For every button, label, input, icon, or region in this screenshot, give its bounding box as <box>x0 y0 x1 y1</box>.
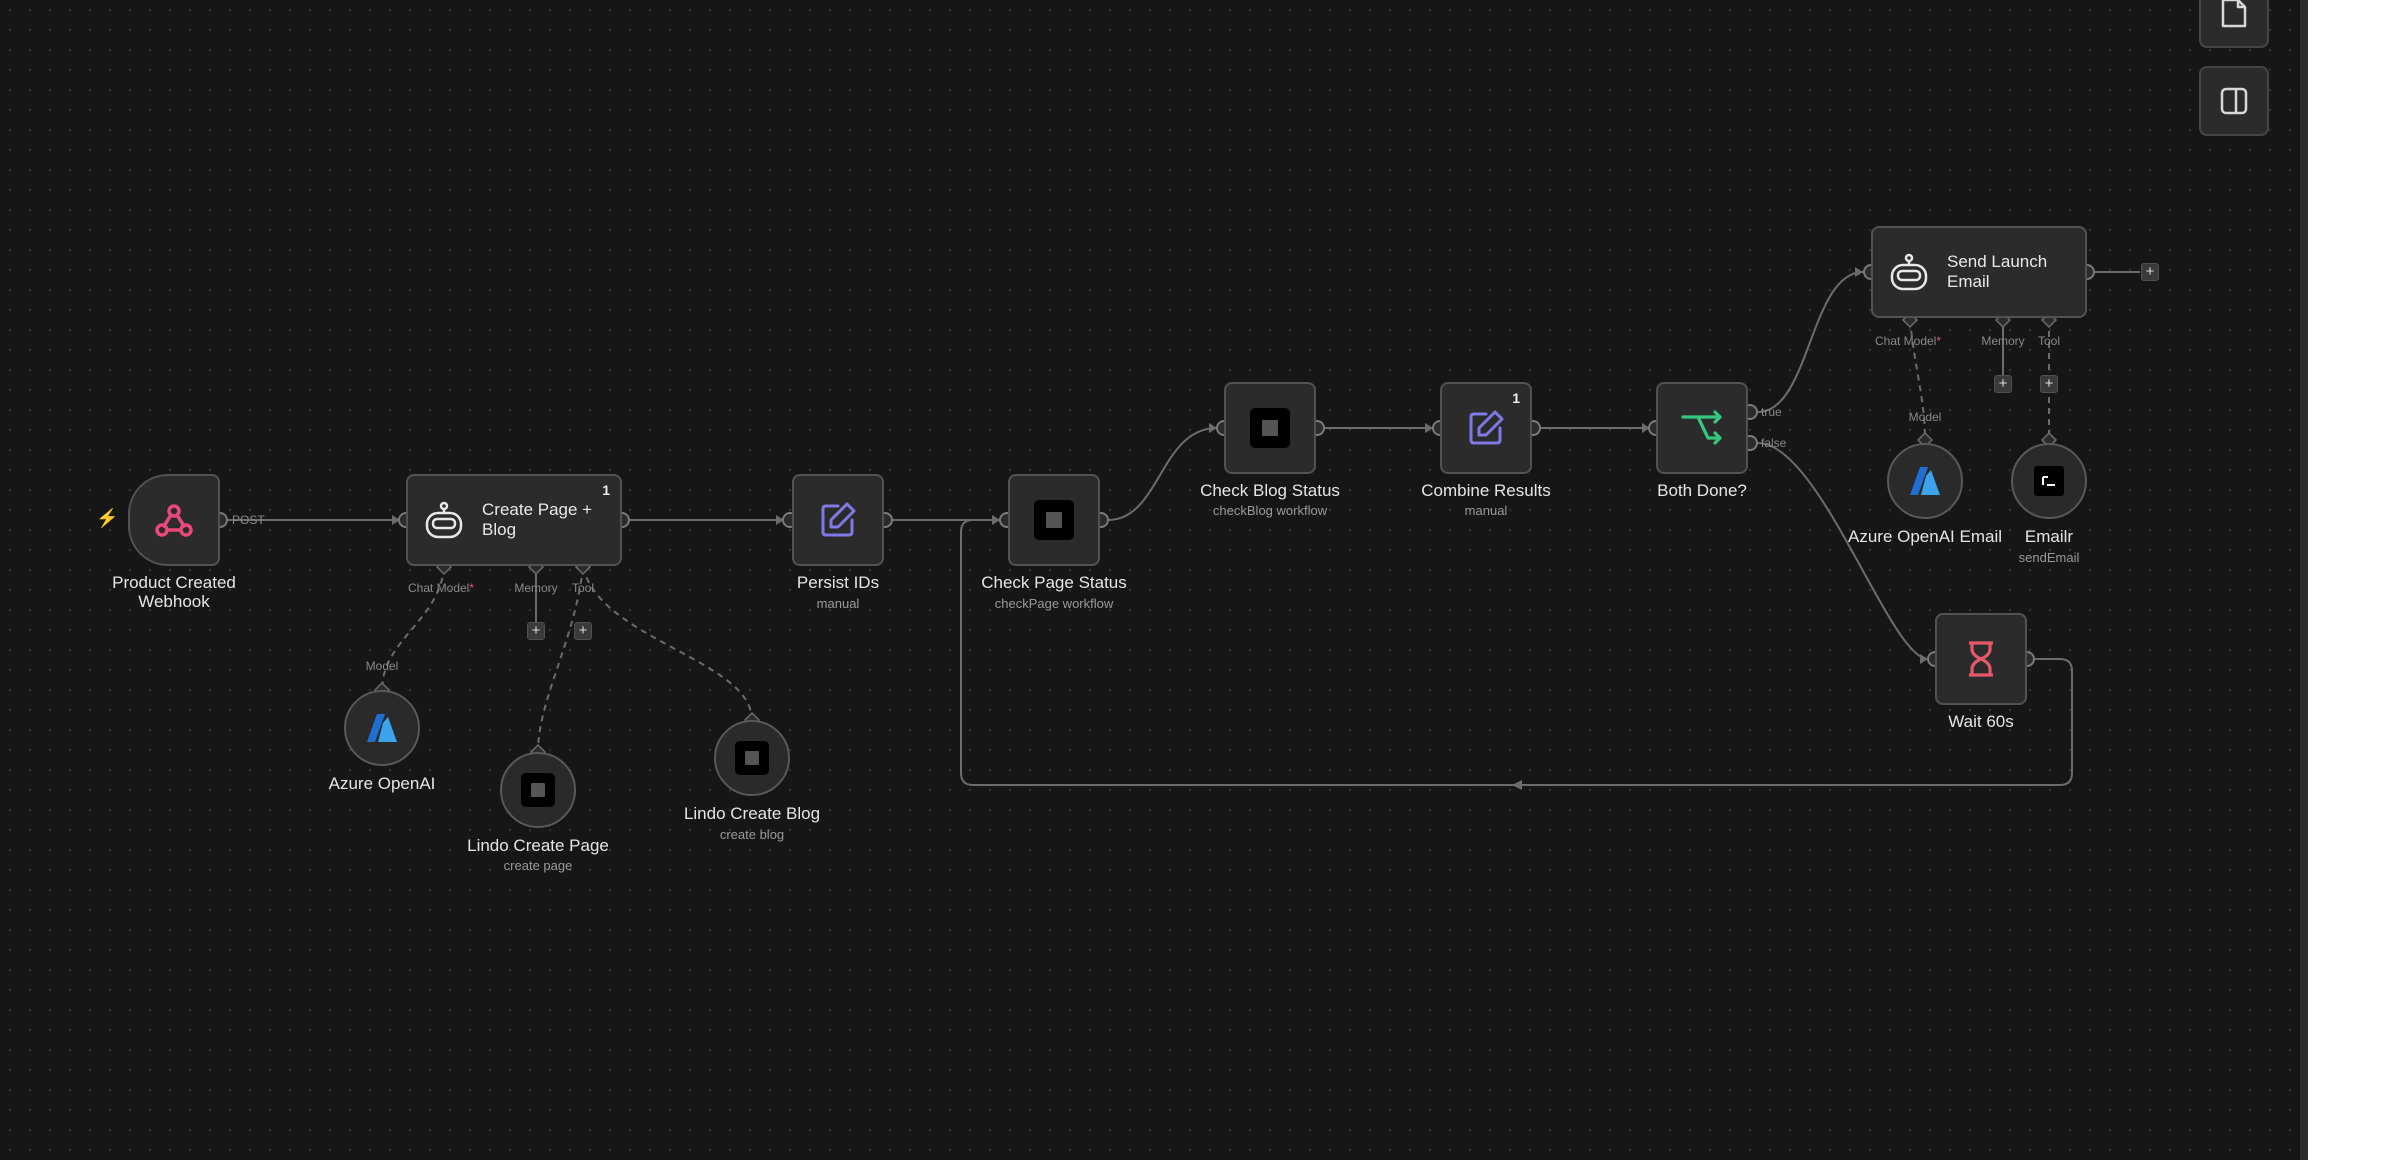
ai-agent-icon <box>425 501 463 539</box>
port-label-model: Model <box>1908 410 1942 424</box>
lightning-bolt-icon: ⚡ <box>96 508 119 528</box>
node-label-lindo-create-page: Lindo Create Page <box>467 836 609 855</box>
azure-icon <box>367 714 397 742</box>
node-label-wait-60s: Wait 60s <box>1948 712 2014 731</box>
panel-toggle-icon <box>2220 87 2248 115</box>
workflow-canvas[interactable]: ⚡ POST Product Created Webhook Create Pag… <box>0 0 2305 1160</box>
node-lindo-create-blog[interactable] <box>714 720 790 796</box>
hourglass-icon <box>1969 641 1993 677</box>
node-azure-openai-email[interactable] <box>1887 443 1963 519</box>
lindo-icon <box>1250 408 1290 448</box>
node-label-both-done: Both Done? <box>1657 481 1747 500</box>
canvas-scrollbar[interactable] <box>2300 0 2308 1160</box>
node-send-launch-email[interactable]: Send Launch Email <box>1871 226 2087 318</box>
node-label-azure-openai: Azure OpenAI <box>328 774 436 793</box>
node-label-check-page-status: Check Page Status <box>981 573 1127 592</box>
port-label-chat-model: Chat Model* <box>1874 334 1942 348</box>
node-title-send-launch-email: Send Launch Email <box>1947 252 2048 291</box>
node-persist-ids[interactable] <box>792 474 884 566</box>
node-sublabel-emailr: sendEmail <box>2018 550 2080 565</box>
node-label-check-blog-status: Check Blog Status <box>1200 481 1340 500</box>
port-label-memory: Memory <box>514 581 558 595</box>
port-label-tool: Tool <box>2037 334 2061 348</box>
badge-count: 1 <box>1512 390 1520 406</box>
toggle-panel-button[interactable] <box>2199 66 2269 136</box>
add-tool-button[interactable]: + <box>2040 375 2058 393</box>
node-label-persist-ids: Persist IDs <box>796 573 880 592</box>
terminal-icon <box>2034 466 2064 496</box>
node-sublabel-check-page-status: checkPage workflow <box>994 596 1114 611</box>
edge-wait-loop-back <box>960 519 2073 786</box>
add-tool-button[interactable]: + <box>574 622 592 640</box>
workflow-edges <box>212 264 2140 790</box>
add-memory-button[interactable]: + <box>527 622 545 640</box>
node-sublabel-check-blog-status: checkBlog workflow <box>1212 503 1328 518</box>
edit-icon <box>1469 410 1504 445</box>
node-sublabel-lindo-create-page: create page <box>503 858 573 873</box>
node-sublabel-persist-ids: manual <box>816 596 860 611</box>
node-label-lindo-create-blog: Lindo Create Blog <box>683 804 821 823</box>
node-sublabel-combine-results: manual <box>1464 503 1508 518</box>
node-sublabel-lindo-create-blog: create blog <box>719 827 785 842</box>
ai-agent-icon <box>1890 253 1928 291</box>
node-label-emailr: Emailr <box>2024 527 2074 546</box>
node-wait-60s[interactable] <box>1935 613 2027 705</box>
node-create-page-blog[interactable]: Create Page + Blog 1 <box>406 474 622 566</box>
port-label-memory: Memory <box>1981 334 2025 348</box>
port-label-model: Model <box>365 659 399 673</box>
node-label-azure-openai-email: Azure OpenAI Email <box>1847 527 2003 546</box>
sticky-note-icon <box>2221 0 2247 28</box>
edit-icon <box>821 502 856 537</box>
edge-checkpage-to-checkblog <box>1107 427 1218 521</box>
lindo-icon <box>1034 500 1074 540</box>
node-emailr[interactable] <box>2011 443 2087 519</box>
node-product-created-webhook[interactable] <box>128 474 220 566</box>
azure-icon <box>1910 467 1940 495</box>
lindo-icon <box>521 773 555 807</box>
node-label-webhook: Product Created Webhook <box>112 573 236 611</box>
lindo-icon <box>735 741 769 775</box>
edge-label-true: true <box>1761 405 1782 419</box>
webhook-icon <box>155 504 193 537</box>
node-azure-openai[interactable] <box>344 690 420 766</box>
edge-label-post: POST <box>232 513 265 527</box>
node-lindo-create-page[interactable] <box>500 752 576 828</box>
badge-count: 1 <box>602 482 610 498</box>
add-sticky-note-button[interactable] <box>2199 0 2269 48</box>
edge-create-tool-to-lindoblog <box>582 566 753 721</box>
port-label-chat-model: Chat Model* <box>407 581 475 595</box>
port-label-tool: Tool <box>571 581 595 595</box>
node-title-create-page-blog: Create Page + Blog <box>482 500 593 539</box>
node-both-done[interactable] <box>1656 382 1748 474</box>
node-check-blog-status[interactable] <box>1224 382 1316 474</box>
edge-bothdone-true-to-email <box>1757 271 1864 413</box>
add-memory-button[interactable]: + <box>1994 375 2012 393</box>
node-combine-results[interactable]: 1 <box>1440 382 1532 474</box>
edge-label-false: false <box>1761 436 1787 450</box>
node-check-page-status[interactable] <box>1008 474 1100 566</box>
add-next-node-button[interactable]: + <box>2141 263 2159 281</box>
if-icon <box>1681 410 1722 445</box>
node-label-combine-results: Combine Results <box>1421 481 1551 500</box>
